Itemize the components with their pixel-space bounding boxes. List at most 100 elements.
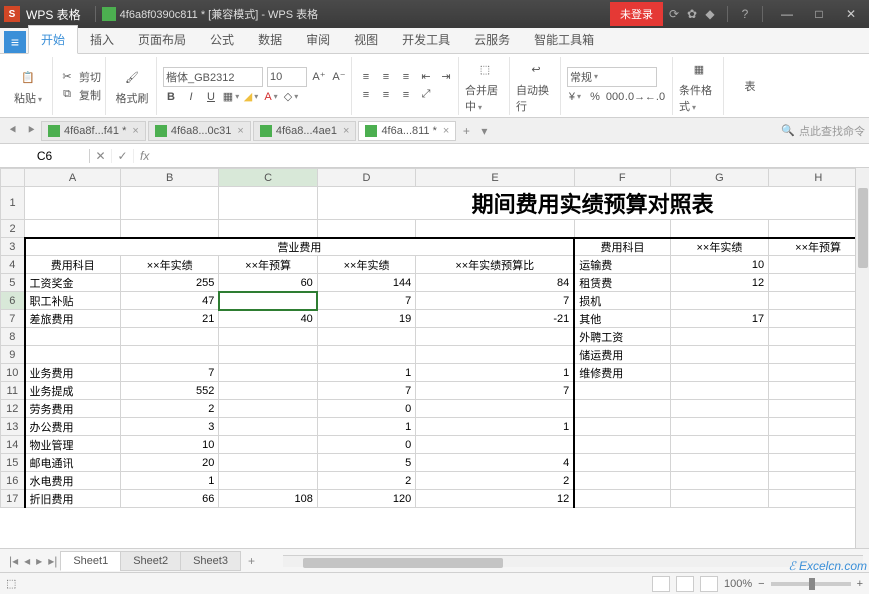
cell[interactable]: ××年实绩 [317, 256, 415, 274]
cell[interactable] [670, 454, 768, 472]
close-icon[interactable]: × [343, 125, 349, 137]
cell[interactable] [670, 436, 768, 454]
cell[interactable]: 业务提成 [25, 382, 121, 400]
tab-cloud[interactable]: 云服务 [462, 26, 522, 53]
sheet-first[interactable]: |◂ [6, 554, 21, 568]
sheet-prev[interactable]: ◂ [21, 554, 33, 568]
sheet-last[interactable]: ▸| [45, 554, 60, 568]
horizontal-scrollbar[interactable] [283, 555, 863, 567]
cell[interactable]: 租赁费 [574, 274, 670, 292]
cell[interactable]: 职工补贴 [25, 292, 121, 310]
paste-button[interactable]: 📋 粘贴 [8, 66, 48, 106]
cell[interactable]: 劳务费用 [25, 400, 121, 418]
cell[interactable] [219, 328, 317, 346]
cell[interactable]: 2 [120, 400, 218, 418]
indent-inc-icon[interactable]: ⇥ [438, 69, 454, 85]
shrink-font-icon[interactable]: A⁻ [331, 69, 347, 85]
cell[interactable]: 7 [120, 364, 218, 382]
tab-home[interactable]: 开始 [28, 25, 78, 54]
zoom-level[interactable]: 100% [724, 578, 752, 590]
cell[interactable] [25, 346, 121, 364]
row-header[interactable]: 5 [1, 274, 25, 292]
row-header[interactable]: 3 [1, 238, 25, 256]
cell[interactable]: 144 [317, 274, 415, 292]
settings-icon[interactable]: ✿ [685, 7, 699, 21]
cell[interactable]: 12 [416, 490, 575, 508]
row-header[interactable]: 11 [1, 382, 25, 400]
minimize-button[interactable]: — [773, 4, 801, 24]
align-left-icon[interactable]: ≡ [358, 87, 374, 103]
cell[interactable] [769, 310, 868, 328]
doc-tab-1[interactable]: 4f6a8f...f41 *× [41, 121, 146, 141]
tab-dev[interactable]: 开发工具 [390, 26, 462, 53]
cut-button[interactable]: ✂剪切 [59, 69, 101, 85]
orientation-icon[interactable]: ⤢ [418, 87, 434, 103]
cell[interactable]: 255 [120, 274, 218, 292]
accept-formula-icon[interactable]: ✓ [112, 149, 134, 163]
cell[interactable]: 108 [219, 490, 317, 508]
tab-view[interactable]: 视图 [342, 26, 390, 53]
cell[interactable] [769, 328, 868, 346]
cond-format-button[interactable]: ▦ 条件格式 [679, 58, 719, 114]
cell[interactable]: 1 [416, 418, 575, 436]
cell[interactable] [25, 187, 121, 220]
cell[interactable] [670, 220, 768, 238]
close-icon[interactable]: × [132, 125, 138, 137]
row-header[interactable]: 7 [1, 310, 25, 328]
cell[interactable] [769, 382, 868, 400]
cell[interactable] [769, 472, 868, 490]
cell[interactable] [219, 454, 317, 472]
cell[interactable]: -21 [416, 310, 575, 328]
row-header[interactable]: 10 [1, 364, 25, 382]
cell[interactable]: ××年预算 [219, 256, 317, 274]
tab-formula[interactable]: 公式 [198, 26, 246, 53]
cell[interactable]: 2 [317, 472, 415, 490]
cell[interactable] [574, 490, 670, 508]
zoom-slider[interactable] [771, 582, 851, 586]
cell[interactable] [769, 292, 868, 310]
format-painter-button[interactable]: 🖌 格式刷 [112, 66, 152, 106]
cell[interactable] [574, 400, 670, 418]
cancel-formula-icon[interactable]: ✕ [90, 149, 112, 163]
add-sheet-button[interactable]: + [240, 554, 263, 568]
percent-icon[interactable]: % [587, 89, 603, 105]
cell[interactable]: 7 [416, 382, 575, 400]
spreadsheet-grid[interactable]: A B C D E F G H 1期间费用实绩预算对照表23营业费用费用科目××… [0, 168, 869, 548]
wrap-text-button[interactable]: ↩ 自动换行 [516, 58, 556, 114]
app-menu-button[interactable]: ≡ [4, 31, 26, 53]
cell[interactable] [769, 220, 868, 238]
cell[interactable] [574, 472, 670, 490]
align-bot-icon[interactable]: ≡ [398, 69, 414, 85]
col-header[interactable]: C [219, 169, 317, 187]
cell[interactable]: 水电费用 [25, 472, 121, 490]
fx-icon[interactable]: fx [134, 149, 155, 163]
cell[interactable]: 3 [120, 418, 218, 436]
login-button[interactable]: 未登录 [610, 2, 663, 26]
row-header[interactable]: 16 [1, 472, 25, 490]
cell[interactable]: 其他 [574, 310, 670, 328]
cell[interactable]: 4 [416, 454, 575, 472]
align-right-icon[interactable]: ≡ [398, 87, 414, 103]
cell[interactable]: 费用科目 [574, 238, 670, 256]
help-icon[interactable]: ? [738, 7, 752, 21]
tab-data[interactable]: 数据 [246, 26, 294, 53]
cell[interactable] [574, 418, 670, 436]
cell[interactable] [769, 256, 868, 274]
cell[interactable] [317, 328, 415, 346]
indent-dec-icon[interactable]: ⇤ [418, 69, 434, 85]
tab-review[interactable]: 审阅 [294, 26, 342, 53]
cell[interactable]: 费用科目 [25, 256, 121, 274]
cell[interactable]: 40 [219, 310, 317, 328]
cell[interactable] [416, 328, 575, 346]
cell[interactable] [574, 382, 670, 400]
cell[interactable]: 工资奖金 [25, 274, 121, 292]
sheet-tab-2[interactable]: Sheet2 [120, 551, 181, 571]
fill-color-button[interactable]: ◢ [243, 89, 259, 105]
cell[interactable]: 84 [416, 274, 575, 292]
new-doc-button[interactable]: + [457, 124, 475, 138]
row-header[interactable]: 9 [1, 346, 25, 364]
cell[interactable]: 物业管理 [25, 436, 121, 454]
command-search[interactable]: 🔍点此查找命令 [781, 123, 865, 139]
col-header[interactable]: B [120, 169, 218, 187]
table-format-button[interactable]: 表 [730, 78, 770, 94]
